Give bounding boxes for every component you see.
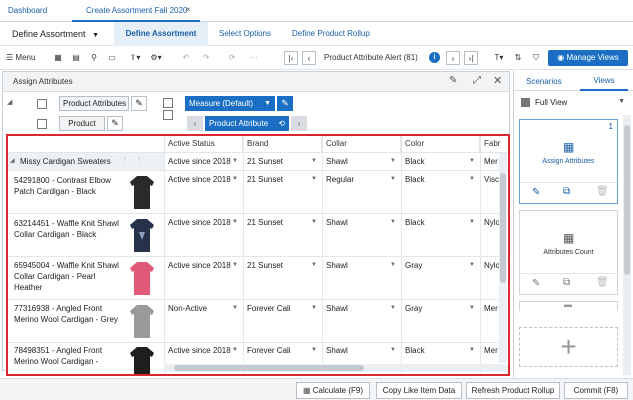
edit-view-icon[interactable]: ✎ <box>532 187 540 198</box>
row-tile-product[interactable]: Product <box>59 116 105 131</box>
chevron-down-icon: ▼ <box>264 100 271 107</box>
close-panel-icon[interactable]: ✕ <box>493 74 502 87</box>
menu-label: Menu <box>15 53 36 62</box>
tab-scenarios[interactable]: Scenarios <box>526 77 562 86</box>
copy-like-item-data-button[interactable]: Copy Like Item Data <box>376 382 462 399</box>
panel-header: Assign Attributes ✎ ⤢ ✕ <box>3 72 509 92</box>
text-format-icon[interactable]: T▾ <box>490 51 508 65</box>
view-select-value: Full View <box>535 98 568 107</box>
column-tile-icon <box>37 119 47 129</box>
refresh-icon[interactable]: ⟳ <box>226 51 238 65</box>
info-icon[interactable]: i <box>429 52 440 63</box>
edit-tile-icon[interactable]: ✎ <box>107 116 123 131</box>
commit-button[interactable]: Commit (F8) <box>564 382 628 399</box>
action-bar: ▦ Calculate (F9) Copy Like Item Data Ref… <box>0 378 633 400</box>
eye-icon: ◉ <box>557 53 565 62</box>
page-tile-icon <box>163 98 173 108</box>
add-view-card[interactable]: + <box>519 327 618 367</box>
edit-tile-icon[interactable]: ✎ <box>131 96 147 111</box>
column-tile-icon <box>163 110 173 120</box>
step-define-product-rollup[interactable]: Define Product Rollup <box>292 22 370 46</box>
tab-create-assortment[interactable]: Create Assortment Fall 2020 × <box>72 0 200 22</box>
measure-label: Measure (Default) <box>189 99 254 108</box>
view-card-attributes-count[interactable]: ▦ Attributes Count ✎ ⧉ 🗑 <box>519 210 618 295</box>
measure-dropdown[interactable]: Measure (Default) ▼ <box>185 96 275 111</box>
view-card-label: Assign Attributes <box>542 158 595 165</box>
menu-button[interactable]: ☰ Menu <box>6 51 46 65</box>
sort-icon[interactable]: ⇅ <box>512 51 524 65</box>
edit-view-icon[interactable]: ✎ <box>532 278 540 289</box>
next-alert-button[interactable]: › <box>446 51 460 65</box>
more-icon[interactable]: ⋯ <box>248 51 260 65</box>
tab-dashboard[interactable]: Dashboard <box>8 0 68 22</box>
close-tab-icon[interactable]: × <box>186 0 191 21</box>
row-tile-icon <box>37 99 47 109</box>
edit-icon[interactable]: ✎ <box>449 75 457 86</box>
scroll-right-icon[interactable]: › <box>291 116 307 131</box>
refresh-product-rollup-button[interactable]: Refresh Product Rollup <box>466 382 560 399</box>
prev-alert-button[interactable]: ‹ <box>302 51 316 65</box>
duplicate-view-icon[interactable]: ⧉ <box>563 186 570 197</box>
table-icon: ▦ <box>563 231 575 245</box>
last-alert-button[interactable]: ›| <box>464 51 478 65</box>
tab-bar: Dashboard Create Assortment Fall 2020 × <box>0 0 633 22</box>
add-icon: + <box>560 331 577 362</box>
grid-icon[interactable]: ▦ <box>52 51 64 65</box>
edit-measure-icon[interactable]: ✎ <box>277 96 293 111</box>
step-select-options[interactable]: Select Options <box>219 22 271 46</box>
redo-icon[interactable]: ↷ <box>200 51 212 65</box>
first-alert-button[interactable]: |‹ <box>284 51 298 65</box>
workflow-bar: Define Assortment ▼ Define Assortment Se… <box>0 22 633 46</box>
alert-selector[interactable]: Product Attribute Alert (81) <box>320 51 424 65</box>
views-scrollbar[interactable] <box>623 115 631 375</box>
product-attribute-label: Product Attribute <box>209 119 269 128</box>
view-card-assign-attributes[interactable]: 1 ▦ Assign Attributes ✎ ⧉ 🗑 <box>519 119 618 204</box>
collapse-icon[interactable]: ◢ <box>7 98 23 110</box>
calculate-label: Calculate (F9) <box>312 386 364 395</box>
views-scrollbar-thumb[interactable] <box>624 125 630 275</box>
view-card-number: 1 <box>608 122 613 131</box>
delete-view-icon[interactable]: 🗑 <box>596 186 609 197</box>
settings-icon[interactable]: ⚙▾ <box>150 51 162 65</box>
chevron-down-icon: ▼ <box>618 98 625 105</box>
right-pane-tabs: Scenarios Views <box>514 71 633 91</box>
chevron-down-icon: ▼ <box>92 32 99 39</box>
layout-icon[interactable]: ▭ <box>106 51 118 65</box>
search-icon[interactable]: ⚲ <box>88 51 100 65</box>
views-pane: Scenarios Views Full View ▼ 1 ▦ Assign A… <box>513 71 633 377</box>
view-card-icon: ▬ <box>564 300 572 309</box>
calculator-icon: ▦ <box>302 386 311 395</box>
view-card-label: Attributes Count <box>543 249 594 256</box>
undo-icon[interactable]: ↶ <box>180 51 192 65</box>
scroll-left-icon[interactable]: ‹ <box>187 116 203 131</box>
rotate-icon: ⟲ <box>278 119 285 128</box>
export-icon[interactable]: ⇪▾ <box>126 51 144 65</box>
manage-views-label: Manage Views <box>566 53 619 62</box>
duplicate-view-icon[interactable]: ⧉ <box>563 277 570 288</box>
panel-title: Assign Attributes <box>13 77 73 86</box>
delete-view-icon[interactable]: 🗑 <box>596 277 609 288</box>
workflow-label: Define Assortment <box>12 29 86 39</box>
alert-label: Product Attribute Alert (81) <box>324 53 418 62</box>
step-define-assortment[interactable]: Define Assortment <box>114 22 208 46</box>
workflow-dropdown[interactable]: Define Assortment ▼ <box>12 22 99 46</box>
row-tile-product-attributes[interactable]: Product Attributes <box>59 96 129 111</box>
view-icon <box>521 98 530 107</box>
view-select[interactable]: Full View ▼ <box>535 98 625 110</box>
toolbar: ☰ Menu ▦ ▤ ⚲ ▭ ⇪▾ ⚙▾ ↶ ↷ ⟳ ⋯ |‹ ‹ Produc… <box>0 46 633 70</box>
tab-create-assortment-label: Create Assortment Fall 2020 <box>86 6 188 15</box>
highlight-frame <box>6 134 510 376</box>
table-icon: ▦ <box>563 140 575 154</box>
hamburger-icon: ☰ <box>6 53 14 62</box>
expand-icon[interactable]: ⤢ <box>473 75 481 86</box>
product-attribute-tile[interactable]: Product Attribute ⟲ <box>205 116 289 131</box>
save-icon[interactable]: ▤ <box>70 51 82 65</box>
view-card-actions: ✎ ⧉ 🗑 <box>520 182 617 203</box>
view-card-actions: ✎ ⧉ 🗑 <box>520 273 617 294</box>
tab-views[interactable]: Views <box>580 71 628 91</box>
view-card-partial[interactable]: ▬ <box>519 300 618 311</box>
manage-views-button[interactable]: ◉ Manage Views <box>548 50 628 66</box>
calculate-button[interactable]: ▦ Calculate (F9) <box>296 382 370 399</box>
filter-icon[interactable]: ⛉ <box>530 51 542 65</box>
